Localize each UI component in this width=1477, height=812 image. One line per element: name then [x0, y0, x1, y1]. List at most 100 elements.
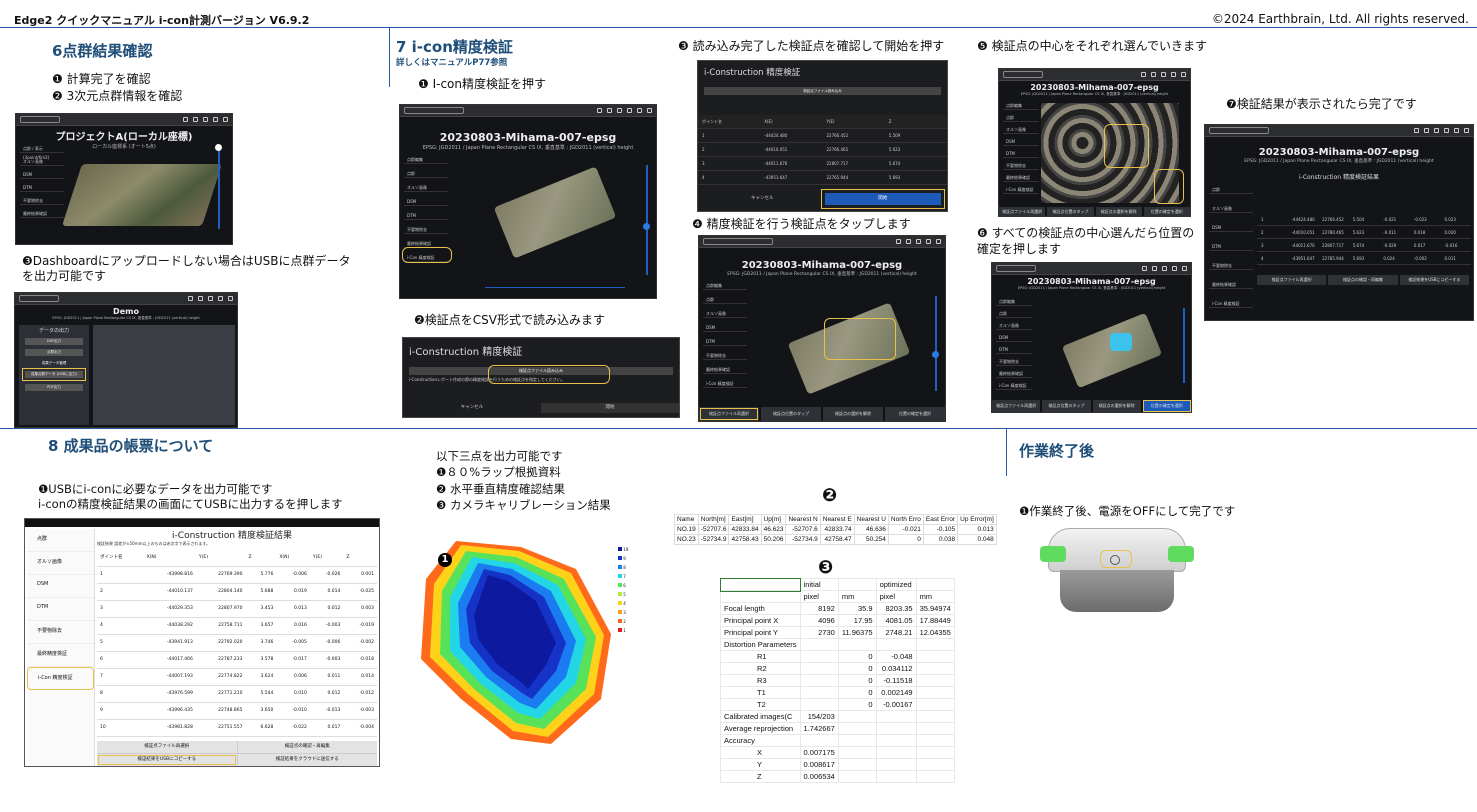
- side-item[interactable]: オルソ画像: [703, 309, 747, 318]
- cell: 12.04355: [915, 626, 955, 639]
- accuracy-table-wrap: Name North[m] East[m] Up[m] Nearest N Nearest…: [674, 514, 997, 545]
- side-item[interactable]: DTM: [1003, 149, 1039, 158]
- side-item[interactable]: DSM: [20, 170, 64, 179]
- side-item[interactable]: 点群 / 表示 (3point/6m2): [20, 144, 64, 160]
- cell: [915, 650, 955, 663]
- deselect-button[interactable]: 検証点の選択を解除: [823, 407, 883, 421]
- side-item[interactable]: 最終結果確認: [1003, 173, 1039, 182]
- pdf-button[interactable]: PDF出力: [25, 384, 83, 391]
- side-item[interactable]: 点群編集: [703, 281, 747, 290]
- tap-point-button[interactable]: 検証点位置のタップ: [1042, 400, 1091, 412]
- side-item[interactable]: 点群: [27, 529, 94, 552]
- side-item[interactable]: 不要物除去: [20, 196, 64, 205]
- s7-step-5: ❺ 検証点の中心をそれぞれ選んでいきます: [977, 39, 1207, 53]
- side-item[interactable]: 点群: [1209, 185, 1253, 194]
- side-item[interactable]: DTM: [20, 183, 64, 192]
- cell: 5.623: [1352, 229, 1365, 235]
- reselect-file-button[interactable]: 検証点ファイル再選択: [992, 400, 1041, 412]
- side-item[interactable]: DSM: [1003, 137, 1039, 146]
- side-item[interactable]: 最終結果確認: [996, 369, 1032, 378]
- side-item[interactable]: i-Con 精度検証: [703, 379, 747, 388]
- cell: 4: [1261, 255, 1264, 261]
- side-item[interactable]: オルソ画像: [1209, 204, 1253, 213]
- side-item[interactable]: 最終結果確認: [20, 209, 64, 218]
- confirm-position-button[interactable]: 位置の確定を選択: [1142, 400, 1191, 412]
- calibration-table: initial optimized pixel mm pixel mm Focal leng…: [719, 577, 955, 783]
- re-edit-button[interactable]: 検証点の確認・再編集: [237, 741, 377, 753]
- cell: [799, 698, 839, 711]
- re-edit-button[interactable]: 検証点の確認・再編集: [1328, 275, 1398, 285]
- cell: 22774.822: [195, 668, 246, 686]
- side-item[interactable]: 点群: [404, 169, 448, 178]
- side-item[interactable]: DSM: [404, 197, 448, 206]
- cell: Principal point X: [720, 614, 801, 627]
- side-item[interactable]: オルソ画像: [1003, 125, 1039, 134]
- start-button[interactable]: 開始: [541, 403, 679, 413]
- side-item[interactable]: 不要物除去: [996, 357, 1032, 366]
- pointcloud-model[interactable]: [61, 164, 223, 226]
- side-item[interactable]: DTM: [996, 345, 1032, 354]
- reselect-file-button[interactable]: 検証点ファイル再選択: [1257, 275, 1327, 285]
- reselect-file-button[interactable]: 検証点ファイル再選択: [999, 207, 1046, 216]
- tap-point-button[interactable]: 検証点位置のタップ: [761, 407, 821, 421]
- side-item[interactable]: 不要物除去: [27, 621, 94, 644]
- side-item[interactable]: DTM: [27, 598, 94, 621]
- load-file-button[interactable]: 検証点ファイル読み込み: [704, 87, 941, 95]
- power-button-icon[interactable]: [1110, 555, 1120, 565]
- side-item[interactable]: オルソ画像: [404, 183, 448, 192]
- copy-usb-button[interactable]: 検証結果をUSBにコピーする: [97, 754, 237, 766]
- cell: 35.94974: [915, 602, 955, 615]
- side-item[interactable]: 点群: [1003, 113, 1039, 122]
- reselect-file-button[interactable]: 検証点ファイル再選択: [699, 407, 759, 421]
- cell: 154/203: [799, 710, 839, 723]
- side-item[interactable]: DSM: [1209, 223, 1253, 232]
- cell: 0.017: [1413, 242, 1426, 248]
- side-item[interactable]: DTM: [404, 211, 448, 220]
- side-item[interactable]: オルソ画像: [27, 552, 94, 575]
- cancel-button[interactable]: キャンセル: [704, 193, 821, 205]
- dxf-button[interactable]: DXF出力: [25, 338, 83, 345]
- cell: -0.004: [343, 719, 377, 737]
- side-item[interactable]: DSM: [996, 333, 1032, 342]
- usb-export-button[interactable]: 成果点群データ (USBに出力): [22, 368, 86, 381]
- side-item[interactable]: DSM: [27, 575, 94, 598]
- side-item[interactable]: 点群: [703, 295, 747, 304]
- side-item[interactable]: DTM: [703, 337, 747, 346]
- side-item[interactable]: 点群編集: [404, 155, 448, 164]
- cell: 0.006534: [799, 770, 839, 783]
- side-item[interactable]: i-Con 精度検証: [996, 381, 1032, 390]
- site-model[interactable]: [493, 166, 617, 259]
- side-item[interactable]: DTM: [1209, 242, 1253, 251]
- cell: -0.048: [875, 650, 917, 663]
- side-item[interactable]: i-Con 精度検証: [1003, 185, 1039, 194]
- side-item[interactable]: 不要物除去: [404, 225, 448, 234]
- side-item[interactable]: 最終結果確認: [1209, 280, 1253, 289]
- cancel-button[interactable]: キャンセル: [403, 403, 541, 413]
- reselect-file-button[interactable]: 検証点ファイル再選択: [97, 741, 237, 753]
- side-item[interactable]: 点群編集: [996, 297, 1032, 306]
- side-item[interactable]: 不要物除去: [703, 351, 747, 360]
- deselect-button[interactable]: 検証点の選択を解除: [1092, 400, 1141, 412]
- side-item[interactable]: 不要物除去: [1209, 261, 1253, 270]
- pointcloud-button[interactable]: 点群出力: [25, 349, 83, 356]
- table-row: 6 -44017.466 22787.233 3.578 -0.017 -0.003 -0.…: [97, 651, 377, 669]
- side-item[interactable]: 最終結果確認: [703, 365, 747, 374]
- confirm-position-button[interactable]: 位置の確定を選択: [885, 407, 945, 421]
- cell: 22787.233: [195, 651, 246, 669]
- start-button[interactable]: 開始: [820, 189, 945, 209]
- side-item[interactable]: 点群編集: [1003, 101, 1039, 110]
- deselect-button[interactable]: 検証点の選択を解除: [1095, 207, 1142, 216]
- cell: -0.017: [276, 651, 310, 669]
- side-item[interactable]: 最終精度検証: [27, 644, 94, 667]
- side-item[interactable]: DSM: [703, 323, 747, 332]
- side-item[interactable]: 不要物除去: [1003, 161, 1039, 170]
- side-item[interactable]: オルソ画像: [996, 321, 1032, 330]
- icon-verify-item[interactable]: i-Con 精度検証: [27, 667, 94, 690]
- confirm-position-button[interactable]: 位置の確定を選択: [1143, 207, 1190, 216]
- side-item[interactable]: オルソ画像: [20, 157, 64, 166]
- side-item[interactable]: 点群: [996, 309, 1032, 318]
- send-cloud-button[interactable]: 検証結果をクラウドに送信する: [237, 754, 377, 766]
- copy-usb-button[interactable]: 検証結果をUSBにコピーする: [1399, 275, 1469, 285]
- side-item[interactable]: i-Con 精度検証: [1209, 299, 1253, 308]
- tap-point-button[interactable]: 検証点位置のタップ: [1047, 207, 1094, 216]
